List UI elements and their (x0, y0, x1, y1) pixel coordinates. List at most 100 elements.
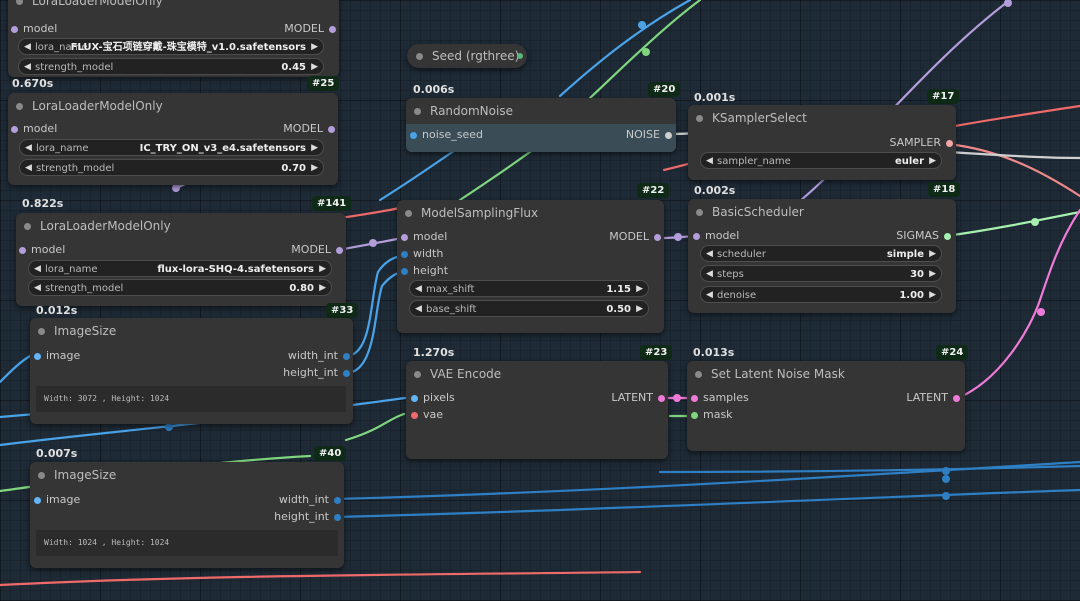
input-mask[interactable]: mask (691, 407, 733, 423)
node-title-bar[interactable]: RandomNoise (406, 98, 676, 124)
node-title-bar[interactable]: LoraLoaderModelOnly (8, 93, 338, 119)
node-title-bar[interactable]: LoraLoaderModelOnly (16, 213, 346, 239)
model-input-dot-icon[interactable] (11, 26, 18, 33)
collapse-dot-icon[interactable] (416, 53, 423, 60)
decrement-arrow-icon[interactable]: ◀ (706, 266, 713, 283)
input-pixels[interactable]: pixels (411, 390, 455, 406)
output-height-int[interactable]: height_int (283, 365, 350, 381)
lora-name-combo[interactable]: ◀ lora_name flux-lora-SHQ-4.safetensors … (28, 260, 332, 277)
decrement-arrow-icon[interactable]: ◀ (415, 301, 422, 318)
input-vae[interactable]: vae (411, 407, 443, 423)
int-output-dot-icon[interactable] (343, 370, 350, 377)
output-latent[interactable]: LATENT (611, 390, 665, 406)
decrement-arrow-icon[interactable]: ◀ (24, 39, 31, 56)
increment-arrow-icon[interactable]: ▶ (311, 59, 318, 76)
node-model-sampling-flux-22[interactable]: ModelSamplingFlux model MODEL width heig… (397, 200, 664, 333)
collapse-dot-icon[interactable] (38, 472, 45, 479)
strength-model-slider[interactable]: ◀ strength_model 0.45 ▶ (18, 58, 324, 75)
input-model[interactable]: model (11, 121, 57, 137)
decrement-arrow-icon[interactable]: ◀ (25, 140, 32, 157)
collapse-dot-icon[interactable] (414, 108, 421, 115)
decrement-arrow-icon[interactable]: ◀ (34, 261, 41, 278)
node-seed-rgthree[interactable]: Seed (rgthree) (407, 44, 527, 68)
collapse-dot-icon[interactable] (695, 371, 702, 378)
noise-output-dot-icon[interactable] (665, 132, 672, 139)
int-output-dot-icon[interactable] (334, 497, 341, 504)
model-output-dot-icon[interactable] (328, 126, 335, 133)
output-latent[interactable]: LATENT (906, 390, 960, 406)
denoise-slider[interactable]: ◀ denoise 1.00 ▶ (700, 286, 942, 303)
lora-name-combo[interactable]: ◀ lora_name FLUX-宝石项链穿戴-珠宝模特_v1.0.safete… (18, 38, 324, 55)
node-title-bar[interactable]: Set Latent Noise Mask (687, 361, 965, 387)
increment-arrow-icon[interactable]: ▶ (636, 281, 643, 298)
node-lora-loader-25[interactable]: LoraLoaderModelOnly model MODEL ◀ lora_n… (8, 93, 338, 185)
model-input-dot-icon[interactable] (401, 234, 408, 241)
decrement-arrow-icon[interactable]: ◀ (25, 160, 32, 177)
input-noise-seed[interactable]: noise_seed (410, 127, 483, 143)
input-height[interactable]: height (401, 263, 448, 279)
node-image-size-40[interactable]: ImageSize image width_int height_int Wid… (30, 462, 344, 568)
latent-input-dot-icon[interactable] (691, 395, 698, 402)
increment-arrow-icon[interactable]: ▶ (929, 153, 936, 170)
output-sigmas[interactable]: SIGMAS (896, 228, 951, 244)
node-vae-encode-23[interactable]: VAE Encode pixels vae LATENT (406, 361, 668, 459)
increment-arrow-icon[interactable]: ▶ (929, 287, 936, 304)
collapse-dot-icon[interactable] (16, 0, 23, 5)
vae-input-dot-icon[interactable] (411, 412, 418, 419)
collapse-dot-icon[interactable] (414, 371, 421, 378)
scheduler-combo[interactable]: ◀ scheduler simple ▶ (700, 245, 942, 262)
input-width[interactable]: width (401, 246, 443, 262)
sampler-output-dot-icon[interactable] (946, 140, 953, 147)
node-title-bar[interactable]: ImageSize (30, 318, 353, 344)
input-model[interactable]: model (19, 242, 65, 258)
output-model[interactable]: MODEL (609, 229, 661, 245)
strength-model-slider[interactable]: ◀ strength_model 0.70 ▶ (19, 159, 324, 176)
collapse-dot-icon[interactable] (16, 103, 23, 110)
increment-arrow-icon[interactable]: ▶ (636, 301, 643, 318)
latent-output-dot-icon[interactable] (658, 395, 665, 402)
node-image-size-33[interactable]: ImageSize image width_int height_int Wid… (30, 318, 353, 424)
output-model[interactable]: MODEL (291, 242, 343, 258)
collapse-dot-icon[interactable] (696, 209, 703, 216)
model-output-dot-icon[interactable] (336, 247, 343, 254)
node-basic-scheduler-18[interactable]: BasicScheduler model SIGMAS ◀ scheduler … (688, 199, 956, 313)
image-input-dot-icon[interactable] (34, 353, 41, 360)
collapse-dot-icon[interactable] (24, 223, 31, 230)
int-output-dot-icon[interactable] (343, 353, 350, 360)
decrement-arrow-icon[interactable]: ◀ (34, 280, 41, 297)
model-input-dot-icon[interactable] (19, 247, 26, 254)
decrement-arrow-icon[interactable]: ◀ (415, 281, 422, 298)
increment-arrow-icon[interactable]: ▶ (311, 160, 318, 177)
node-title-bar[interactable]: LoraLoaderModelOnly (8, 0, 339, 14)
int-input-dot-icon[interactable] (401, 268, 408, 275)
collapse-dot-icon[interactable] (696, 115, 703, 122)
base-shift-slider[interactable]: ◀ base_shift 0.50 ▶ (409, 300, 649, 317)
mask-input-dot-icon[interactable] (691, 412, 698, 419)
node-random-noise-20[interactable]: RandomNoise noise_seed NOISE (406, 98, 676, 152)
output-model[interactable]: MODEL (284, 21, 336, 37)
decrement-arrow-icon[interactable]: ◀ (24, 59, 31, 76)
increment-arrow-icon[interactable]: ▶ (319, 280, 326, 297)
output-sampler[interactable]: SAMPLER (889, 135, 953, 151)
input-model[interactable]: model (693, 228, 739, 244)
input-model[interactable]: model (401, 229, 447, 245)
decrement-arrow-icon[interactable]: ◀ (706, 246, 713, 263)
model-input-dot-icon[interactable] (693, 233, 700, 240)
output-width-int[interactable]: width_int (279, 492, 341, 508)
sigmas-output-dot-icon[interactable] (944, 233, 951, 240)
node-title-bar[interactable]: KSamplerSelect (688, 105, 956, 131)
strength-model-slider[interactable]: ◀ strength_model 0.80 ▶ (28, 279, 332, 296)
output-noise[interactable]: NOISE (626, 127, 672, 143)
int-output-dot-icon[interactable] (334, 514, 341, 521)
node-lora-loader-top[interactable]: LoraLoaderModelOnly model MODEL ◀ lora_n… (8, 0, 339, 77)
max-shift-slider[interactable]: ◀ max_shift 1.15 ▶ (409, 280, 649, 297)
decrement-arrow-icon[interactable]: ◀ (706, 153, 713, 170)
output-height-int[interactable]: height_int (274, 509, 341, 525)
output-model[interactable]: MODEL (283, 121, 335, 137)
increment-arrow-icon[interactable]: ▶ (311, 39, 318, 56)
lora-name-combo[interactable]: ◀ lora_name IC_TRY_ON_v3_e4.safetensors … (19, 139, 324, 156)
node-title-bar[interactable]: ImageSize (30, 462, 344, 488)
int-output-dot-icon[interactable] (517, 53, 523, 59)
sampler-name-combo[interactable]: ◀ sampler_name euler ▶ (700, 152, 942, 169)
increment-arrow-icon[interactable]: ▶ (311, 140, 318, 157)
